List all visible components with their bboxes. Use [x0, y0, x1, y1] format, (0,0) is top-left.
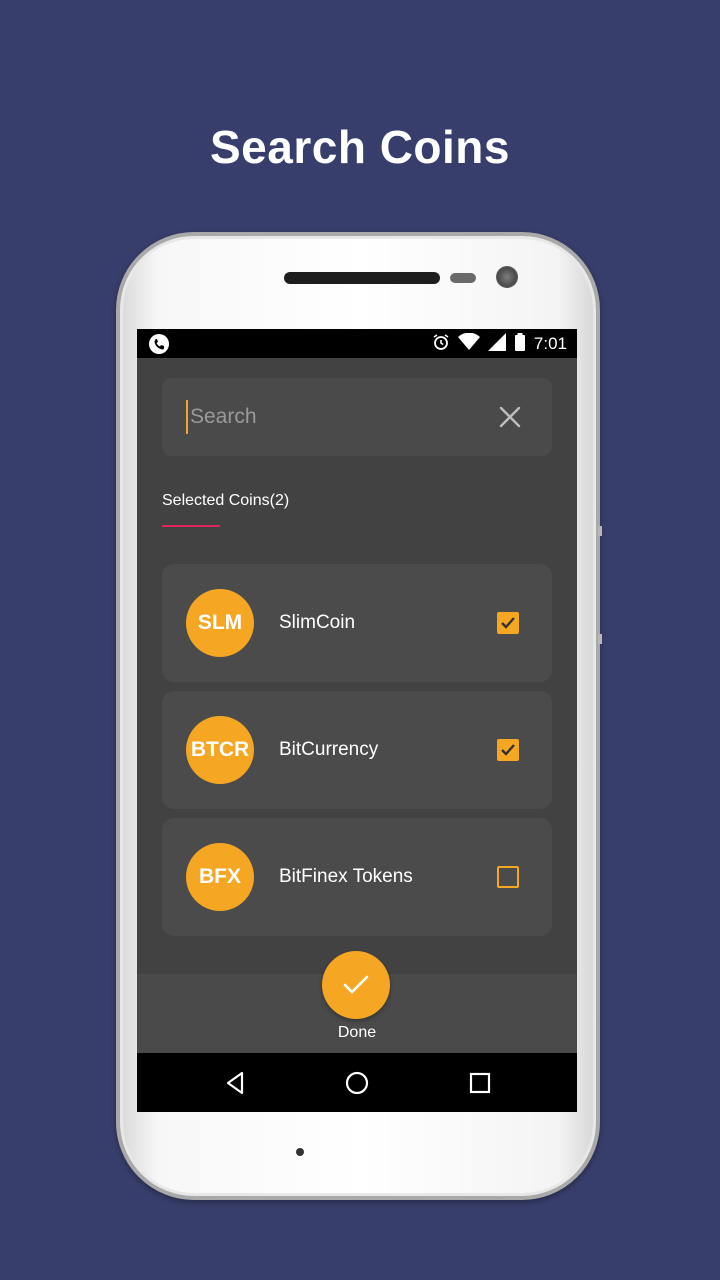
done-button[interactable] [322, 951, 390, 1019]
side-button [598, 634, 602, 644]
coin-symbol-badge: BFX [186, 843, 254, 911]
close-icon[interactable] [498, 405, 522, 429]
selected-coins-label: Selected Coins(2) [162, 492, 290, 509]
coin-symbol-badge: BTCR [186, 716, 254, 784]
coin-list-item[interactable]: BFX BitFinex Tokens [162, 818, 552, 936]
coin-list-item[interactable]: BTCR BitCurrency [162, 691, 552, 809]
recents-icon[interactable] [467, 1070, 493, 1096]
checkmark-icon [343, 975, 369, 994]
alarm-icon [432, 333, 450, 356]
home-icon[interactable] [344, 1070, 370, 1096]
search-input[interactable] [186, 400, 486, 434]
phone-sensor [450, 273, 476, 283]
coin-name: SlimCoin [279, 612, 356, 633]
coin-checkbox[interactable] [497, 739, 519, 761]
phone-icon [149, 334, 169, 354]
page-headline: Search Coins [210, 121, 510, 173]
coin-checkbox[interactable] [497, 612, 519, 634]
coin-name: BitFinex Tokens [279, 866, 413, 887]
navigation-bar [137, 1053, 577, 1112]
checkmark-icon [501, 744, 515, 756]
front-camera [496, 266, 518, 288]
coin-name: BitCurrency [279, 739, 379, 760]
coin-symbol-badge: SLM [186, 589, 254, 657]
phone-speaker [284, 272, 440, 284]
phone-screen: 7:01 Selected Coins(2) SLM SlimCoin BTCR… [137, 329, 577, 1112]
done-label: Done [337, 1024, 377, 1041]
status-bar: 7:01 [137, 329, 577, 358]
battery-icon [514, 332, 526, 356]
home-sensor-dot [296, 1148, 304, 1156]
signal-icon [487, 332, 506, 356]
coin-list-item[interactable]: SLM SlimCoin [162, 564, 552, 682]
checkmark-icon [501, 617, 515, 629]
section-underline [162, 525, 220, 527]
search-bar [162, 378, 552, 456]
back-icon[interactable] [223, 1070, 249, 1096]
wifi-icon [457, 332, 480, 356]
status-time: 7:01 [533, 334, 567, 353]
coin-selector-panel: Selected Coins(2) SLM SlimCoin BTCR BitC… [137, 358, 577, 974]
coin-checkbox[interactable] [497, 866, 519, 888]
side-button [598, 526, 602, 536]
